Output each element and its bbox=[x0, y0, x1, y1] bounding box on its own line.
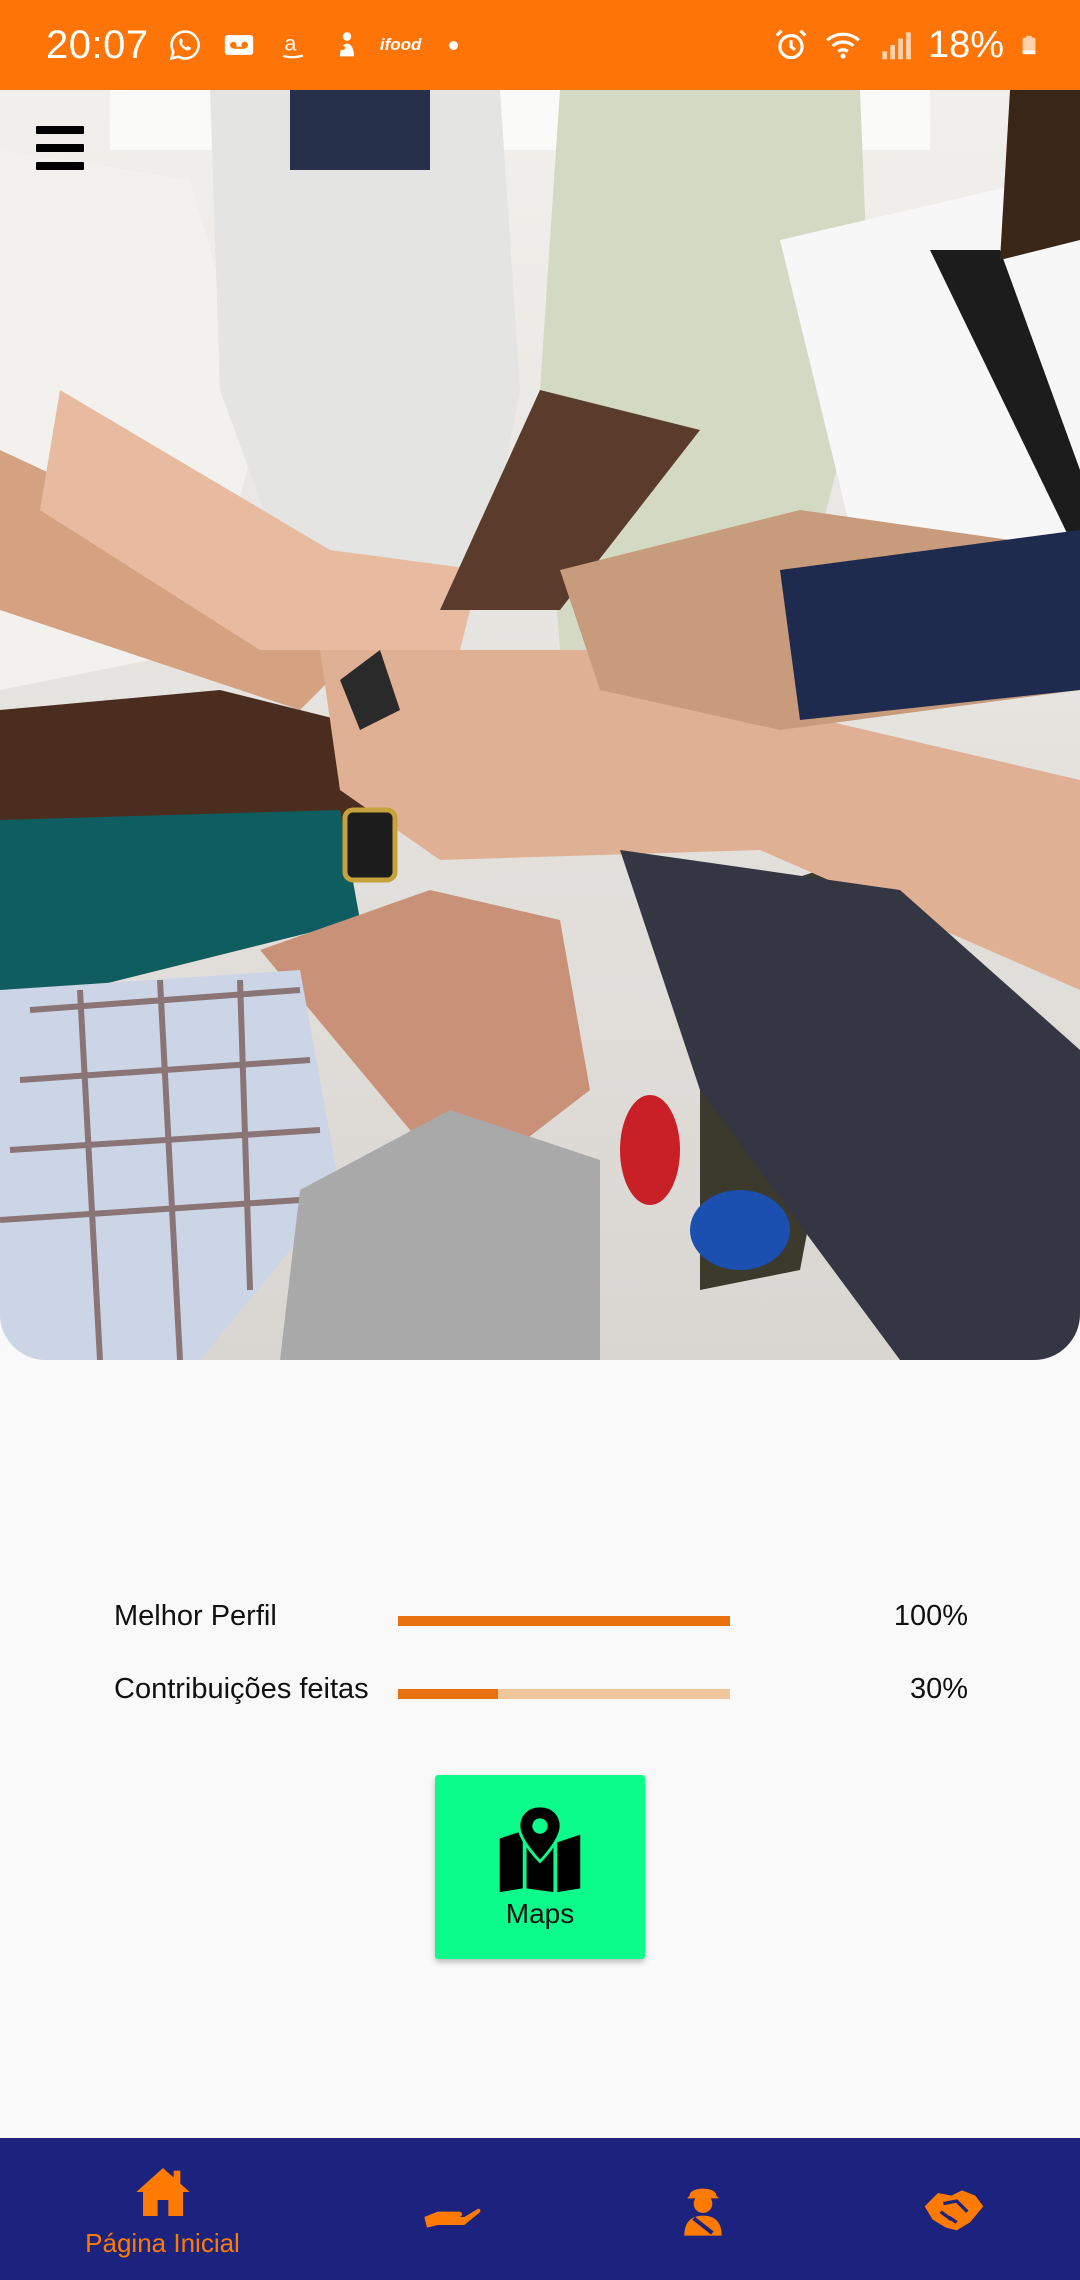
map-pin-icon bbox=[499, 1804, 581, 1893]
menu-bar bbox=[36, 126, 84, 134]
hamburger-menu-icon[interactable] bbox=[36, 126, 84, 170]
signal-icon bbox=[882, 32, 911, 60]
ifood-icon: ifood bbox=[379, 35, 422, 54]
hero-image bbox=[0, 90, 1080, 1360]
progress-track bbox=[398, 1616, 730, 1626]
menu-bar bbox=[36, 162, 84, 170]
battery-icon bbox=[1022, 35, 1036, 55]
menu-bar bbox=[36, 144, 84, 152]
nav-item-volunteer[interactable] bbox=[577, 2138, 829, 2280]
voicemail-icon bbox=[221, 27, 257, 63]
progress-track bbox=[398, 1689, 730, 1699]
stat-value: 100% bbox=[893, 1600, 968, 1632]
home-icon bbox=[135, 2167, 190, 2216]
notification-dot bbox=[448, 40, 458, 50]
app-screen: 20:07 a ifood 18% Melhor Perfil 100% Con… bbox=[0, 0, 1080, 2280]
stat-value: 30% bbox=[909, 1673, 968, 1705]
svg-text:a: a bbox=[284, 32, 296, 56]
stat-row-melhor-perfil: Melhor Perfil 100% bbox=[0, 1590, 1080, 1650]
status-bar: 20:07 a ifood 18% bbox=[0, 0, 1080, 90]
maps-label: Maps bbox=[505, 1898, 575, 1929]
pet-icon bbox=[329, 27, 365, 63]
nav-label-home: Página Inicial bbox=[85, 2227, 240, 2258]
maps-button[interactable]: Maps bbox=[435, 1775, 645, 1959]
bottom-navigation: Página Inicial bbox=[0, 2138, 1080, 2280]
wifi-icon bbox=[826, 32, 860, 59]
hands-together-photo bbox=[0, 90, 1080, 1360]
giving-hand-icon bbox=[424, 2208, 481, 2228]
whatsapp-icon bbox=[167, 27, 203, 63]
handshake-icon bbox=[924, 2190, 984, 2231]
stat-row-contribuicoes: Contribuições feitas 30% bbox=[0, 1663, 1080, 1723]
status-right: 18% bbox=[772, 24, 1040, 67]
progress-fill bbox=[398, 1616, 730, 1626]
nav-item-donations[interactable] bbox=[325, 2138, 577, 2280]
nav-item-home[interactable]: Página Inicial bbox=[0, 2138, 325, 2280]
worker-icon bbox=[683, 2188, 722, 2236]
stat-label: Melhor Perfil bbox=[114, 1600, 277, 1632]
stat-label: Contribuições feitas bbox=[114, 1673, 369, 1705]
progress-fill bbox=[398, 1689, 498, 1699]
amazon-icon: a bbox=[275, 27, 311, 63]
status-left: 20:07 a ifood bbox=[46, 23, 458, 68]
battery-percentage: 18% bbox=[927, 23, 1004, 66]
alarm-icon bbox=[775, 29, 807, 60]
nav-item-partners[interactable] bbox=[828, 2138, 1080, 2280]
status-time: 20:07 bbox=[46, 22, 149, 67]
